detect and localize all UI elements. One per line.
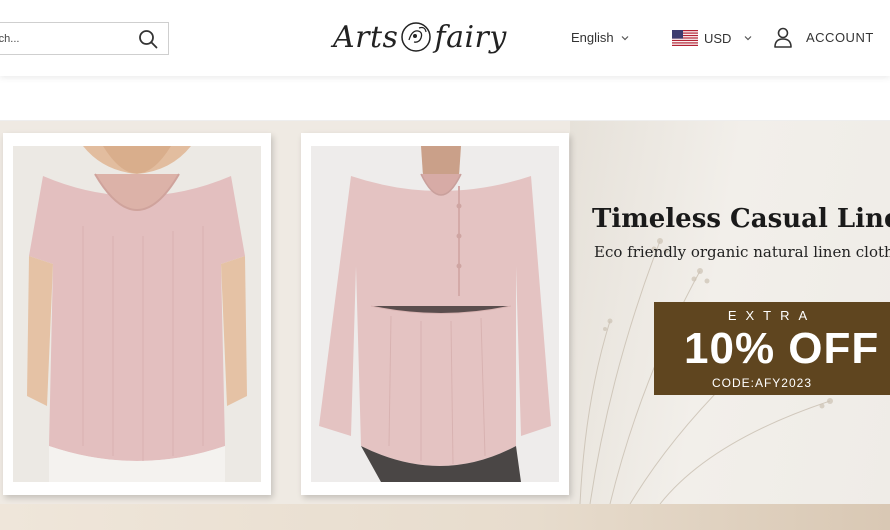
product-photo-card[interactable] [301, 133, 569, 495]
user-icon [774, 27, 792, 48]
search-icon [139, 30, 158, 49]
product-image-long-sleeve-linen-top [311, 146, 559, 482]
banner-subheadline: Eco friendly organic natural linen cloth… [594, 243, 890, 261]
promo-banner[interactable]: Timeless Casual Linen A Eco friendly org… [0, 121, 890, 504]
currency-label: USD [704, 30, 732, 46]
account-label: ACCOUNT [806, 29, 874, 45]
offer-extra-label: EXTRA [727, 308, 817, 323]
discount-offer-box[interactable]: EXTRA 10% OFF CODE:AFY2023 [654, 302, 890, 395]
account-link[interactable]: ACCOUNT [772, 26, 874, 48]
search-button[interactable] [138, 29, 158, 49]
logo-text-right: fairy [434, 19, 507, 55]
site-header: Arts fairy English USD [0, 0, 890, 76]
logo-text-left: Arts [333, 19, 399, 55]
search-box [0, 22, 169, 55]
language-label: English [571, 30, 614, 45]
search-input[interactable] [0, 23, 129, 54]
fairy-logo-icon [401, 22, 432, 52]
site-logo[interactable]: Arts fairy [333, 17, 507, 57]
language-selector[interactable]: English [571, 30, 630, 45]
banner-headline: Timeless Casual Linen A [592, 204, 890, 234]
offer-discount: 10% OFF [684, 324, 880, 373]
chevron-down-icon [621, 35, 629, 40]
next-banner-strip [0, 504, 890, 530]
currency-selector[interactable]: USD [672, 30, 753, 46]
nav-strip [0, 76, 890, 121]
product-photo-card[interactable] [3, 133, 271, 495]
chevron-down-icon [745, 36, 752, 41]
product-image-short-sleeve-linen-top [13, 146, 261, 482]
offer-coupon-code: CODE:AFY2023 [711, 376, 813, 390]
us-flag-icon [672, 30, 698, 46]
